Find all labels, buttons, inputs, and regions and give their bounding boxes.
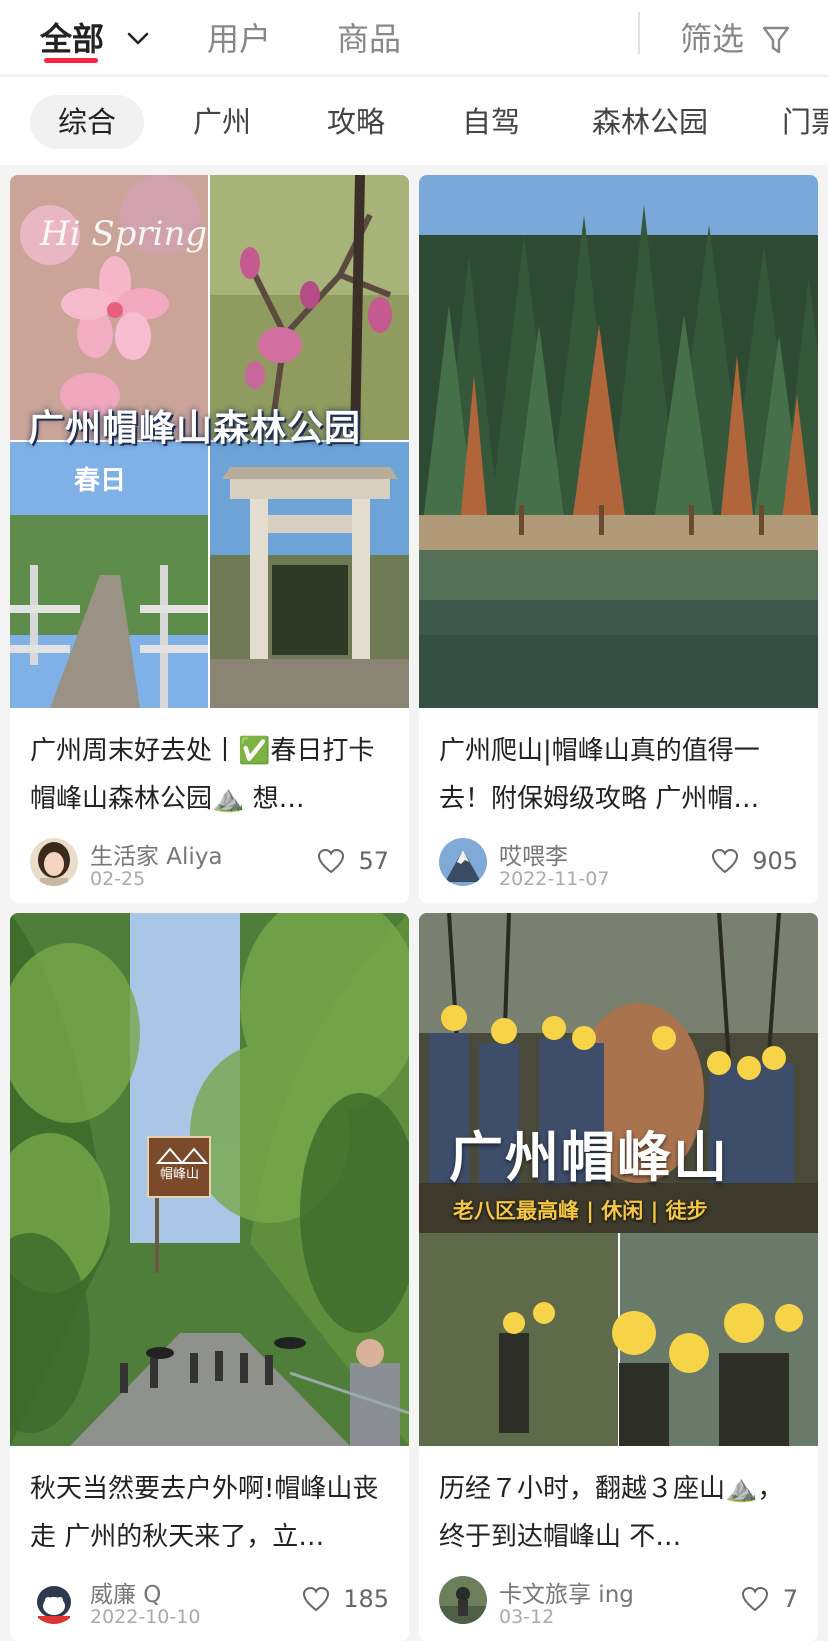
note-title[interactable]: 广州爬山|帽峰山真的值得一去！附保姆级攻略 广州帽…	[439, 727, 801, 823]
avatar[interactable]	[439, 1576, 487, 1624]
like-button[interactable]: 905	[711, 847, 798, 875]
post-date: 2022-10-10	[90, 1606, 201, 1628]
hi-spring-script: Hi Spring	[39, 214, 207, 254]
cover-overlay-title: 广州帽峰山森林公园	[28, 408, 362, 449]
sign-text: 帽峰山	[160, 1167, 200, 1182]
post-date: 02-25	[90, 868, 146, 890]
note-title[interactable]: 历经７小时，翻越３座山⛰️，终于到达帽峰山 不…	[439, 1465, 801, 1561]
chip-tickets[interactable]: 门票	[782, 95, 828, 149]
active-tab-indicator	[44, 58, 98, 63]
note-title[interactable]: 广州周末好去处丨✅春日打卡帽峰山森林公园⛰️ 想…	[30, 727, 392, 823]
post-date: 2022-11-07	[499, 868, 610, 890]
heart-icon	[742, 1586, 769, 1612]
avatar[interactable]	[439, 838, 487, 886]
note-card[interactable]: Hi Spring 春日 广州帽峰山森林公园 广州周末好去处丨✅春日打卡帽峰山森…	[10, 175, 409, 903]
chip-guangzhou[interactable]: 广州	[193, 95, 251, 149]
divider	[638, 12, 640, 54]
like-count: 905	[752, 847, 798, 875]
filter-icon	[762, 26, 790, 54]
chip-comprehensive[interactable]: 综合	[30, 95, 145, 149]
avatar[interactable]	[30, 1576, 78, 1624]
note-feed: Hi Spring 春日 广州帽峰山森林公园 广州周末好去处丨✅春日打卡帽峰山森…	[0, 166, 828, 1641]
tab-users[interactable]: 用户	[207, 14, 271, 60]
note-cover-image[interactable]: 广州帽峰山 老八区最高峰 | 休闲 | 徒步	[419, 913, 818, 1446]
post-date: 03-12	[499, 1606, 555, 1628]
heart-icon	[302, 1586, 329, 1612]
author-name[interactable]: 卡文旅享 ing	[499, 1575, 634, 1609]
note-card[interactable]: 广州爬山|帽峰山真的值得一去！附保姆级攻略 广州帽… 哎喂李 2022-11-0…	[419, 175, 818, 903]
chevron-down-icon[interactable]	[127, 16, 149, 54]
chip-guide[interactable]: 攻略	[327, 95, 385, 149]
note-cover-image[interactable]	[419, 175, 818, 708]
like-count: 7	[782, 1585, 798, 1613]
cover-overlay-subtitle: 老八区最高峰 | 休闲 | 徒步	[453, 1199, 708, 1223]
like-count: 57	[358, 847, 389, 875]
like-button[interactable]: 57	[317, 847, 389, 875]
tab-all[interactable]: 全部	[40, 14, 149, 60]
like-button[interactable]: 185	[302, 1585, 389, 1613]
filter-label: 筛选	[680, 20, 745, 58]
tab-all-label: 全部	[40, 20, 105, 58]
author-name[interactable]: 生活家 Aliya	[90, 837, 223, 871]
tab-goods[interactable]: 商品	[337, 14, 401, 60]
like-button[interactable]: 7	[741, 1585, 798, 1613]
note-cover-image[interactable]: 帽峰山	[10, 913, 409, 1446]
author-name[interactable]: 威廉 Q	[90, 1575, 161, 1609]
cover-overlay-title: 广州帽峰山	[449, 1126, 729, 1189]
avatar[interactable]	[30, 838, 78, 886]
like-count: 185	[343, 1585, 389, 1613]
chip-forest-park[interactable]: 森林公园	[592, 95, 708, 149]
note-card[interactable]: 帽峰山 秋天当然要去户外啊!帽峰山丧走 广州的秋天来了，立… 威廉 Q 2022…	[10, 913, 409, 1641]
heart-icon	[711, 848, 738, 874]
spring-day-label: 春日	[74, 466, 126, 496]
note-cover-image[interactable]: Hi Spring 春日 广州帽峰山森林公园	[10, 175, 409, 708]
note-card[interactable]: 广州帽峰山 老八区最高峰 | 休闲 | 徒步 历经７小时，翻越３座山⛰️，终于到…	[419, 913, 818, 1641]
note-title[interactable]: 秋天当然要去户外啊!帽峰山丧走 广州的秋天来了，立…	[30, 1465, 392, 1561]
filter-button[interactable]: 筛选	[680, 14, 790, 60]
category-chip-bar: 综合 广州 攻略 自驾 森林公园 门票	[0, 77, 828, 165]
top-tab-bar: 全部 用户 商品 筛选	[0, 0, 828, 76]
heart-icon	[317, 848, 344, 874]
author-name[interactable]: 哎喂李	[499, 837, 568, 871]
chip-self-drive[interactable]: 自驾	[462, 95, 520, 149]
